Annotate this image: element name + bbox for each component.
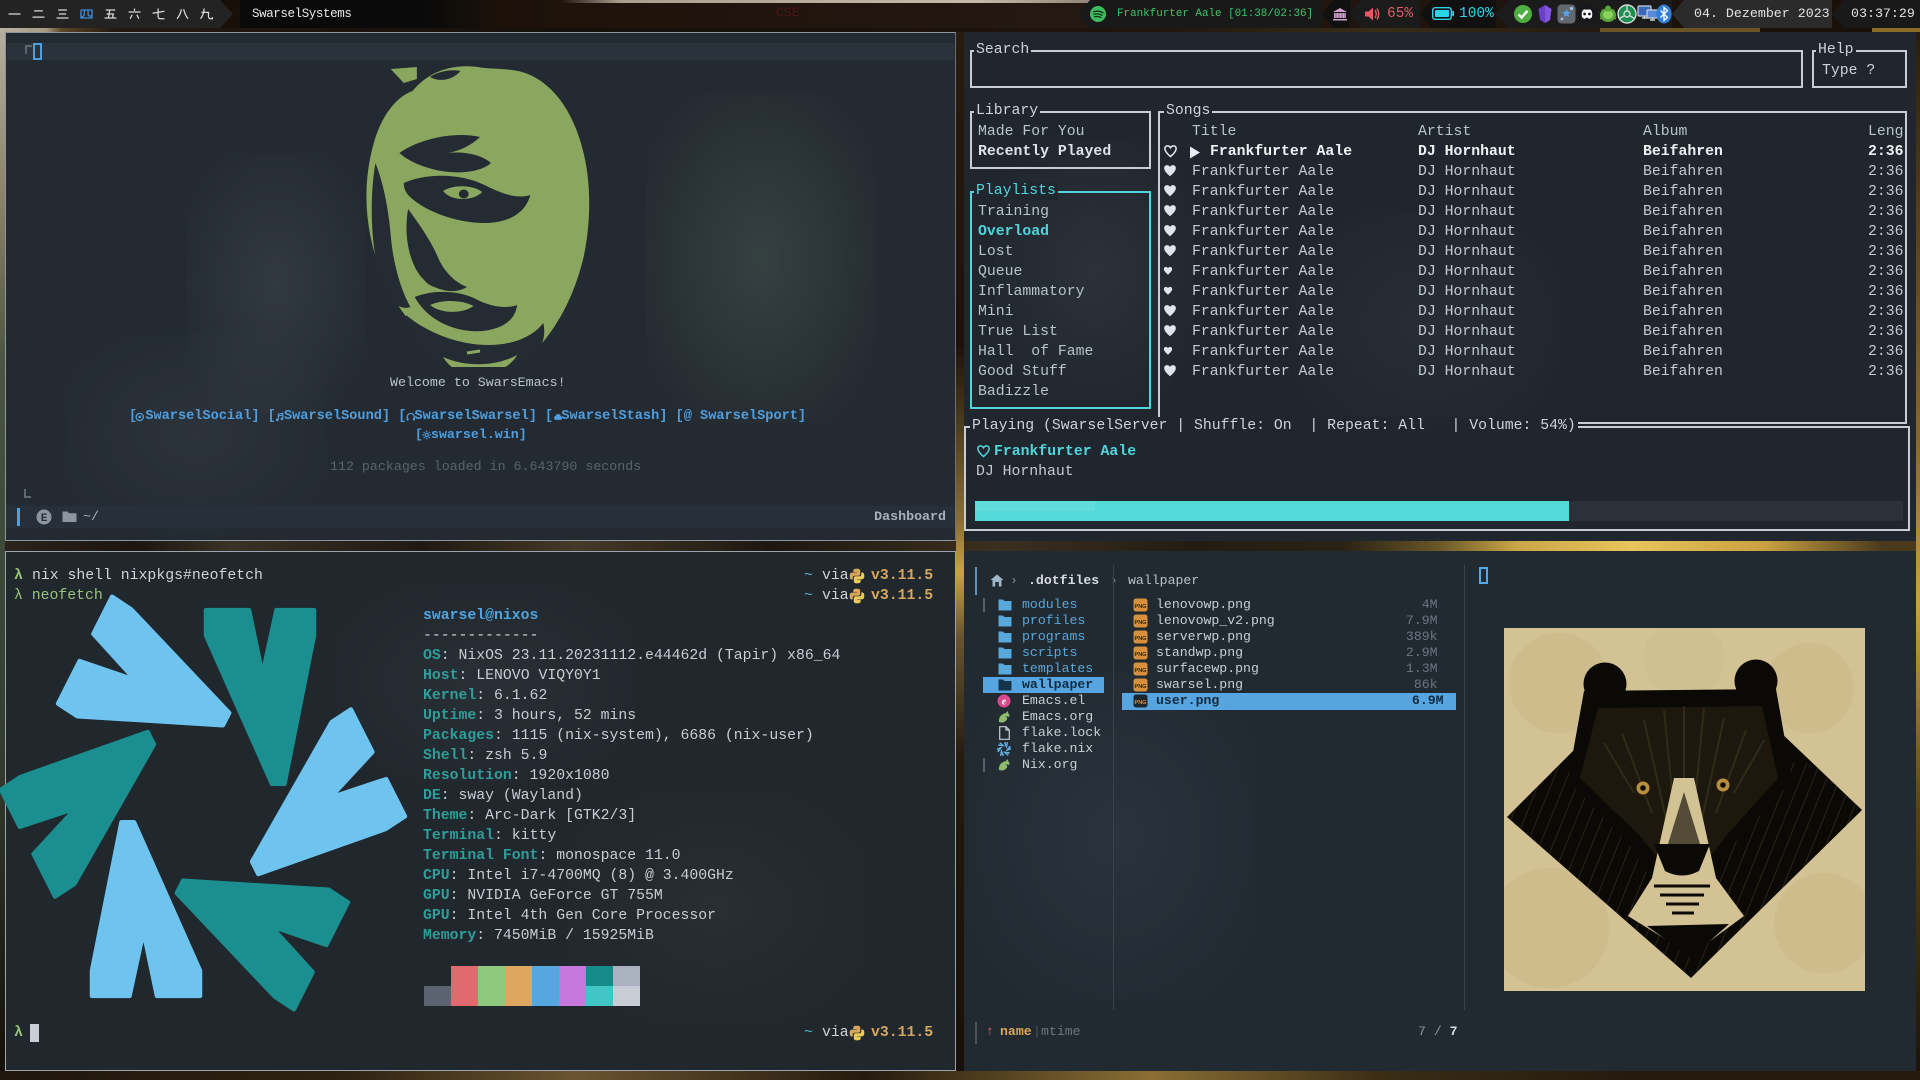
svg-text:E: E [41,513,48,525]
svg-text:e: e [1002,696,1007,707]
svg-text:PNG: PNG [1135,684,1147,690]
svg-text:PNG: PNG [1135,604,1147,610]
svg-text:PNG: PNG [1135,652,1147,658]
svg-text:PNG: PNG [1135,620,1147,626]
svg-text:PNG: PNG [1135,636,1147,642]
svg-text:PNG: PNG [1135,668,1147,674]
svg-text:PNG: PNG [1135,700,1147,706]
